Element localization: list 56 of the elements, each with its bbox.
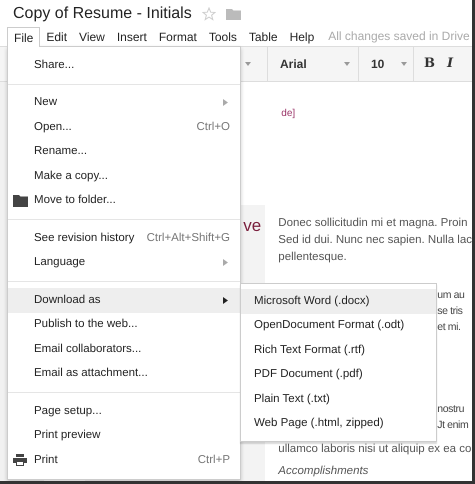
shortcut-text: Ctrl+Alt+Shift+G <box>146 230 230 246</box>
folder-icon[interactable] <box>226 8 241 20</box>
body-text: nostru <box>437 402 466 417</box>
body-text: Donec sollicitudin mi et magna. Proin <box>278 216 468 231</box>
header-text: de] <box>281 108 296 119</box>
bold-button[interactable]: B <box>424 54 435 74</box>
menu-item[interactable]: Move to folder... <box>8 188 240 213</box>
caret-icon <box>344 62 350 66</box>
menu-item[interactable]: OpenDocument Format (.odt) <box>241 314 436 338</box>
body-text: et mi. <box>437 320 462 335</box>
italic-button[interactable]: I <box>447 54 454 74</box>
folder-icon <box>13 194 28 206</box>
menu-tab[interactable]: Format <box>152 27 203 46</box>
menu-tab[interactable]: View <box>73 27 111 46</box>
menu-item[interactable]: Rich Text Format (.rtf) <box>241 338 436 362</box>
document-title[interactable]: Copy of Resume - Initials <box>13 2 192 26</box>
menu-tab[interactable]: Help <box>284 27 320 46</box>
caret-icon[interactable] <box>245 62 251 66</box>
section-heading: Accomplishments <box>278 464 368 479</box>
menu-item[interactable]: Page setup... <box>8 399 240 424</box>
menu-item[interactable]: Download as <box>8 288 240 312</box>
body-text: pellentesque. <box>278 250 348 265</box>
menu-item[interactable]: Rename... <box>8 140 240 164</box>
body-text: ullamco laboris nisi ut aliquip ex ea co <box>278 442 472 457</box>
menu-item[interactable]: See revision history Ctrl+Alt+Shift+G <box>8 226 240 250</box>
menu-item[interactable]: Web Page (.html, zipped) <box>241 412 436 436</box>
star-icon[interactable] <box>202 7 216 21</box>
caret-icon <box>401 62 407 66</box>
menu-tab[interactable]: Insert <box>110 27 153 46</box>
body-text: um au <box>437 288 464 303</box>
menu-tab[interactable]: Table <box>242 27 284 46</box>
menu-item[interactable]: New <box>8 90 240 115</box>
menu-item[interactable]: Share... <box>8 53 240 78</box>
save-status: All changes saved in Drive <box>328 28 470 45</box>
menu-item[interactable]: Plain Text (.txt) <box>241 387 436 412</box>
menu-tab[interactable]: Tools <box>202 27 243 46</box>
shortcut-text: Ctrl+O <box>196 120 230 135</box>
menu-item[interactable]: Language <box>8 250 240 275</box>
body-text: se tris <box>437 304 464 319</box>
font-dropdown[interactable]: Arial <box>268 46 358 82</box>
body-text: Sed id dui. Nunc nec sapien. Nulla lac <box>278 233 472 248</box>
menu-tab[interactable]: Edit <box>40 27 74 46</box>
size-dropdown[interactable]: 10 <box>359 46 413 82</box>
menu-item[interactable]: Email as attachment... <box>8 362 240 386</box>
body-text: Jt enim <box>437 418 468 433</box>
menu-item[interactable]: Microsoft Word (.docx) <box>241 289 436 314</box>
menu-item[interactable]: Print Ctrl+P <box>8 448 240 472</box>
menu-tab[interactable]: File <box>7 27 40 47</box>
menu-item[interactable]: Print preview <box>8 424 240 448</box>
menu-item[interactable]: Make a copy... <box>8 164 240 188</box>
menu-item[interactable]: Open... Ctrl+O <box>8 115 240 140</box>
printer-icon <box>13 454 27 466</box>
menu-item[interactable]: Publish to the web... <box>8 312 240 337</box>
menu-item[interactable]: Email collaborators... <box>8 337 240 362</box>
shortcut-text: Ctrl+P <box>198 452 230 468</box>
menu-item[interactable]: PDF Document (.pdf) <box>241 362 436 387</box>
